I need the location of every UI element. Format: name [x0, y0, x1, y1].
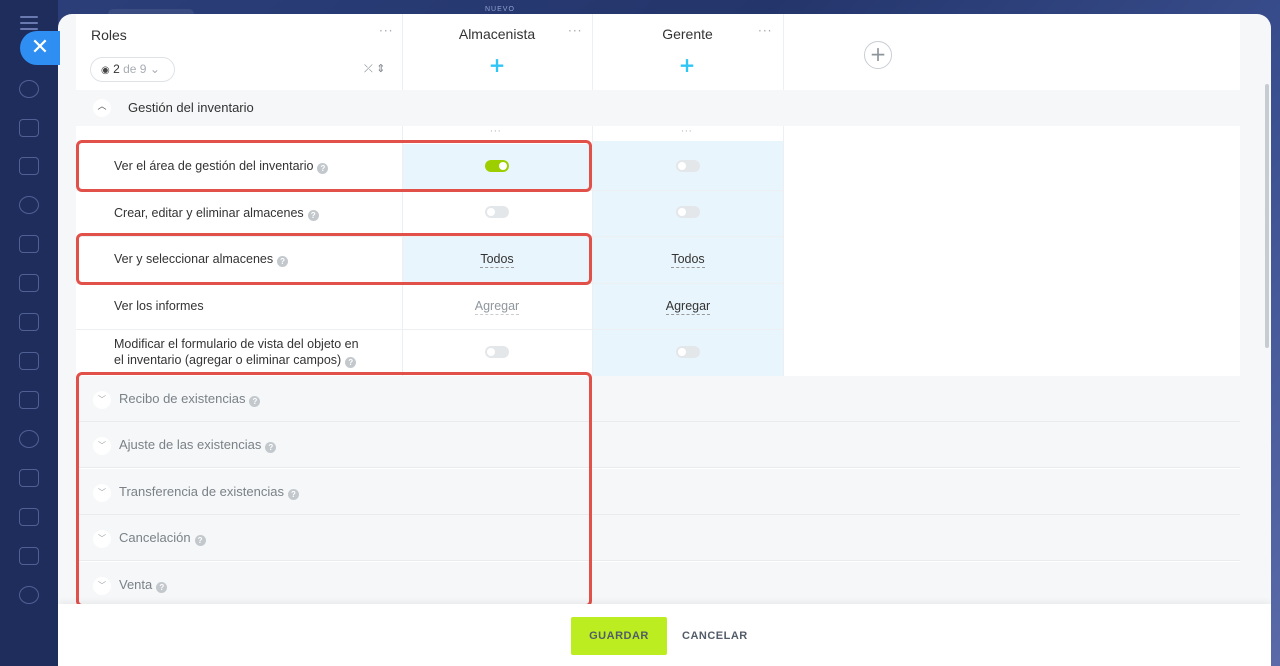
filter-shown-count: 2 [113, 62, 120, 76]
highlight-box [76, 233, 592, 285]
permissions-grid: Roles ··· ◉ 2 de 9 ⌄ ⤫ ⇕ Almacenista ···… [76, 14, 1240, 604]
help-icon[interactable]: ? [345, 357, 357, 368]
row-label-line1: Modificar el formulario de vista del obj… [114, 337, 359, 351]
chevron-down-icon: ⌄ [149, 62, 160, 76]
gerente-informes-value[interactable]: Agregar [593, 299, 783, 315]
column-title: Almacenista [458, 26, 536, 42]
cancel-button[interactable]: CANCELAR [682, 617, 748, 655]
column-more-icon[interactable]: ··· [490, 127, 502, 137]
roles-title: Roles [91, 27, 127, 43]
eye-icon: ◉ [101, 65, 110, 76]
filter-icon[interactable] [19, 508, 39, 526]
mail-icon[interactable] [19, 391, 39, 409]
filter-total: de 9 [123, 62, 147, 76]
row-label: Ver los informes [114, 299, 204, 313]
highlight-box [76, 372, 592, 604]
settings-icon[interactable] [19, 586, 39, 604]
add-permission-icon[interactable]: + [487, 55, 507, 76]
section-title: Gestión del inventario [128, 100, 254, 115]
toggle-gerente-ver-area[interactable] [676, 160, 700, 172]
menu-icon[interactable] [20, 16, 38, 30]
almacenista-informes-value[interactable]: Agregar [402, 299, 592, 315]
left-navigation-rail [0, 0, 58, 666]
add-role-button[interactable]: + [864, 41, 892, 69]
highlight-box [76, 140, 592, 192]
card-icon[interactable] [19, 352, 39, 370]
section-gestion-inventario[interactable]: ︿ Gestión del inventario [76, 90, 1240, 126]
column-more-icon[interactable]: ··· [758, 24, 772, 38]
column-more-icon[interactable]: ··· [681, 127, 693, 137]
footer-bar: GUARDAR CANCELAR [58, 604, 1271, 666]
save-button[interactable]: GUARDAR [571, 617, 667, 655]
row-label: Crear, editar y eliminar almacenes? [114, 205, 319, 221]
hexagon-icon[interactable] [19, 196, 39, 214]
contacts-icon[interactable] [19, 430, 39, 448]
help-icon[interactable]: ? [307, 210, 319, 221]
add-permission-icon[interactable]: + [677, 55, 697, 76]
divider [783, 14, 784, 376]
roles-filter-dropdown[interactable]: ◉ 2 de 9 ⌄ [90, 57, 175, 82]
roles-panel: Roles ··· ◉ 2 de 9 ⌄ ⤫ ⇕ Almacenista ···… [58, 14, 1271, 666]
toggle-gerente-modificar-formulario[interactable] [676, 346, 700, 358]
column-header-gerente: Gerente ··· + [592, 14, 783, 90]
store-icon[interactable] [19, 547, 39, 565]
roles-more-icon[interactable]: ··· [379, 24, 393, 38]
chevron-up-icon[interactable]: ︿ [93, 99, 111, 117]
document-icon[interactable] [19, 274, 39, 292]
toggle-almacenista-modificar-formulario[interactable] [485, 346, 509, 358]
row-label: Modificar el formulario de vista del obj… [114, 336, 359, 368]
calendar-icon[interactable] [19, 235, 39, 253]
close-icon[interactable]: ✕ [20, 31, 60, 65]
new-label: NUEVO [485, 6, 515, 13]
divider [402, 14, 403, 376]
column-more-icon[interactable]: ··· [568, 24, 582, 38]
column-header-almacenista: Almacenista ··· + [402, 14, 592, 90]
feed-icon[interactable] [19, 157, 39, 175]
nav-icon-1[interactable] [19, 80, 39, 98]
scrollbar[interactable] [1265, 84, 1269, 348]
gerente-almacenes-value[interactable]: Todos [593, 252, 783, 268]
toggle-gerente-crear-almacenes[interactable] [676, 206, 700, 218]
toggle-almacenista-crear-almacenes[interactable] [485, 206, 509, 218]
column-title: Gerente [662, 26, 713, 42]
monitor-icon[interactable] [19, 313, 39, 331]
row-label-line2: el inventario (agregar o eliminar campos… [114, 353, 342, 367]
collapse-expand-icon[interactable]: ⤫ ⇕ [364, 62, 386, 76]
tasks-icon[interactable] [19, 469, 39, 487]
chat-icon[interactable] [19, 119, 39, 137]
divider [76, 329, 783, 330]
